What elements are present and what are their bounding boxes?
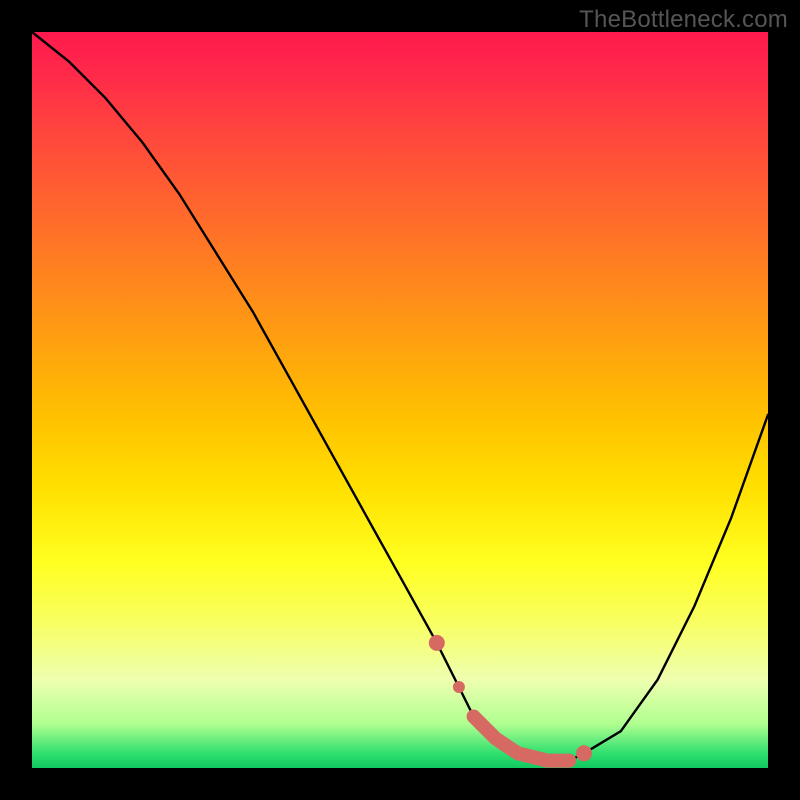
chart-frame: TheBottleneck.com	[0, 0, 800, 800]
chart-svg	[32, 32, 768, 768]
highlight-segment	[429, 635, 592, 767]
bottleneck-curve	[32, 32, 768, 761]
watermark-text: TheBottleneck.com	[579, 6, 788, 34]
